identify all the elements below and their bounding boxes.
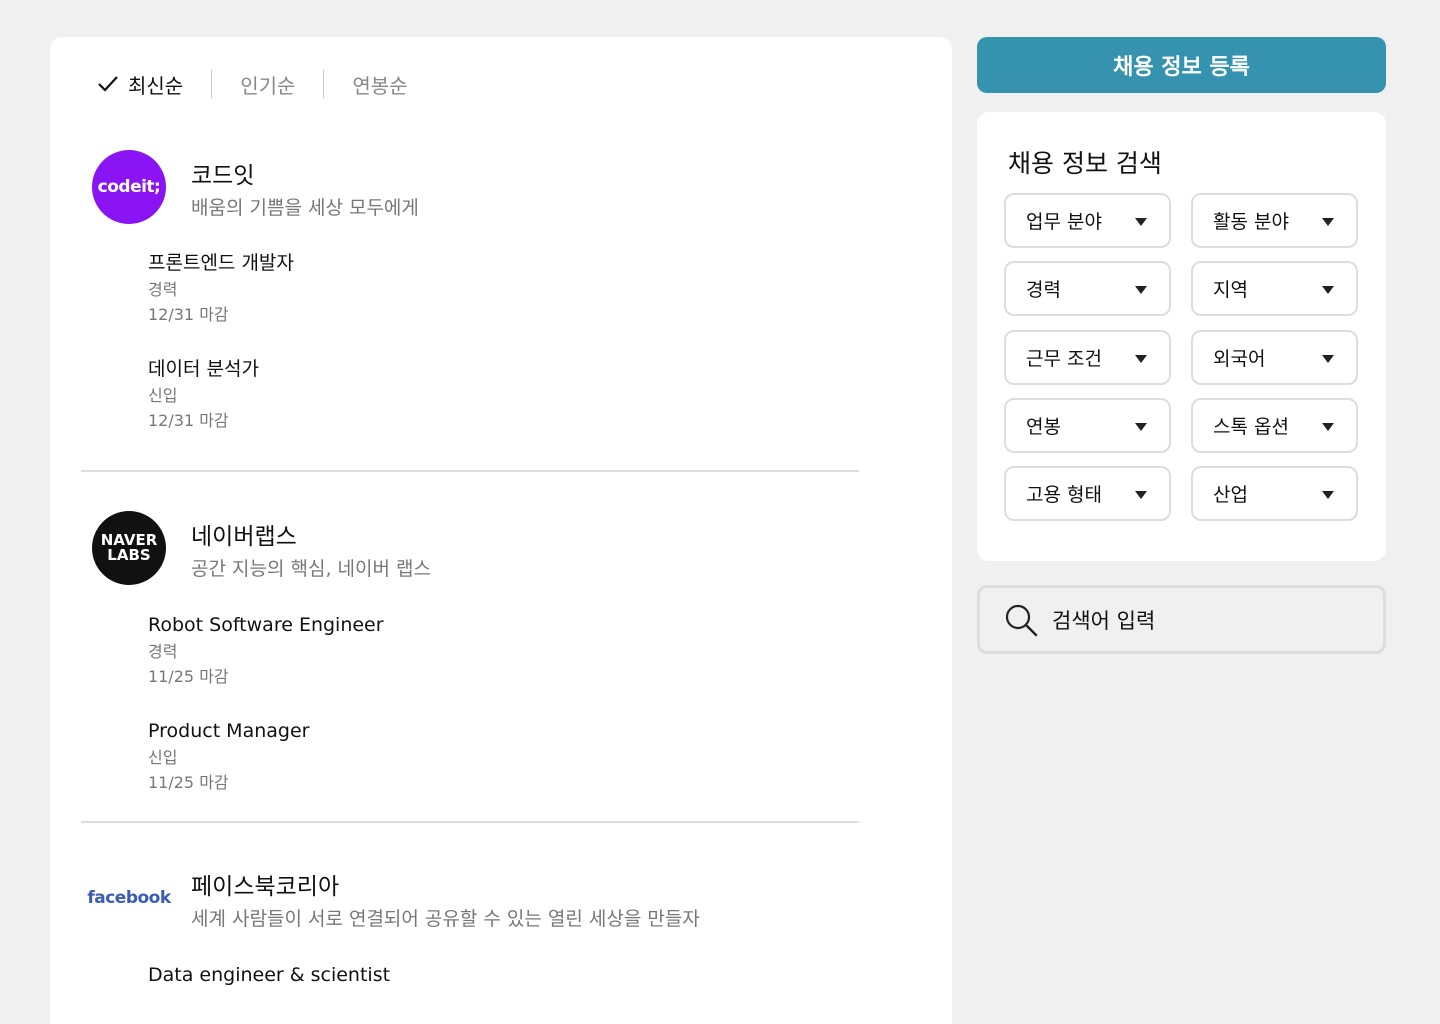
company-logo: facebook [87,861,171,935]
dropdown-label: 경력 [1026,279,1061,301]
job-deadline: 11/25 마감 [148,667,229,686]
dropdown-label: 외국어 [1213,348,1266,370]
caret-down-icon [1135,423,1147,431]
sort-bar: 최신순 인기순 연봉순 [96,70,408,98]
caret-down-icon [1322,423,1334,431]
company-desc: 공간 지능의 핵심, 네이버 랩스 [191,558,431,580]
dropdown-label: 스톡 옵션 [1213,416,1289,438]
sort-salary[interactable]: 연봉순 [352,70,407,99]
search-icon [1005,604,1038,636]
sort-latest[interactable]: 최신순 [96,70,183,99]
dropdown-label: 근무 조건 [1026,348,1102,370]
dropdown-label: 고용 형태 [1026,484,1102,506]
job-deadline: 12/31 마감 [148,305,229,324]
caret-down-icon [1322,218,1334,226]
job-level: 경력 [148,642,178,661]
job-item[interactable]: Data engineer & scientist [148,961,390,989]
company-logo: codeit; [92,150,166,224]
sort-popular-label: 인기순 [240,73,296,98]
job-item[interactable]: 데이터 분석가 신입 12/31 마감 [148,355,259,433]
job-level: 경력 [148,280,178,299]
job-deadline: 11/25 마감 [148,773,229,792]
dropdown-stock-option[interactable]: 스톡 옵션 [1191,398,1358,453]
company-desc: 세계 사람들이 서로 연결되어 공유할 수 있는 열린 세상을 만들자 [191,908,700,930]
caret-down-icon [1135,491,1147,499]
dropdown-salary[interactable]: 연봉 [1004,398,1171,453]
register-job-button[interactable]: 채용 정보 등록 [977,37,1386,93]
sort-salary-label: 연봉순 [352,73,408,98]
company-name[interactable]: 코드잇 [191,156,254,190]
company-desc: 배움의 기쁨을 세상 모두에게 [191,197,419,219]
sort-latest-label: 최신순 [128,73,184,98]
job-item[interactable]: 프론트엔드 개발자 경력 12/31 마감 [148,249,294,327]
job-deadline: 12/31 마감 [148,411,229,430]
divider [211,70,213,98]
job-title[interactable]: Data engineer & scientist [148,961,390,989]
search-placeholder: 검색어 입력 [1052,608,1156,633]
job-level: 신입 [148,748,178,767]
dropdown-industry[interactable]: 산업 [1191,466,1358,521]
company-name[interactable]: 페이스북코리아 [191,867,339,901]
company-name[interactable]: 네이버랩스 [191,517,297,551]
job-title[interactable]: Robot Software Engineer [148,611,384,639]
job-title[interactable]: 프론트엔드 개발자 [148,249,294,277]
caret-down-icon [1135,286,1147,294]
dropdown-work-condition[interactable]: 근무 조건 [1004,330,1171,385]
job-list-card: 최신순 인기순 연봉순 codeit; 코드잇 배움의 기쁨을 세상 모두에게 … [50,37,952,1024]
job-level: 신입 [148,386,178,405]
job-title[interactable]: 데이터 분석가 [148,355,259,383]
dropdown-employment-type[interactable]: 고용 형태 [1004,466,1171,521]
dropdown-label: 활동 분야 [1213,211,1289,233]
logo-text: LABS [107,546,151,564]
caret-down-icon [1135,218,1147,226]
dropdown-label: 지역 [1213,279,1248,301]
job-item[interactable]: Robot Software Engineer 경력 11/25 마감 [148,611,384,689]
dropdown-label: 연봉 [1026,416,1061,438]
caret-down-icon [1322,286,1334,294]
company-logo: NAVER LABS [92,511,166,585]
dropdown-region[interactable]: 지역 [1191,261,1358,316]
dropdown-job-field[interactable]: 업무 분야 [1004,193,1171,248]
caret-down-icon [1322,491,1334,499]
dropdown-activity-field[interactable]: 활동 분야 [1191,193,1358,248]
dropdown-language[interactable]: 외국어 [1191,330,1358,385]
dropdown-label: 산업 [1213,484,1248,506]
sort-popular[interactable]: 인기순 [240,70,295,99]
dropdown-label: 업무 분야 [1026,211,1102,233]
divider [323,70,325,98]
job-item[interactable]: Product Manager 신입 11/25 마감 [148,717,309,795]
search-input[interactable]: 검색어 입력 [977,585,1386,654]
caret-down-icon [1322,355,1334,363]
filter-card: 채용 정보 검색 업무 분야 활동 분야 경력 지역 근무 조건 외국어 연봉 … [977,112,1386,561]
divider [81,821,859,823]
check-icon [98,76,118,92]
logo-text: codeit; [97,177,161,197]
dropdown-experience[interactable]: 경력 [1004,261,1171,316]
divider [81,470,859,472]
logo-text: facebook [87,888,171,908]
caret-down-icon [1135,355,1147,363]
job-title[interactable]: Product Manager [148,717,309,745]
filter-title: 채용 정보 검색 [1008,149,1162,178]
